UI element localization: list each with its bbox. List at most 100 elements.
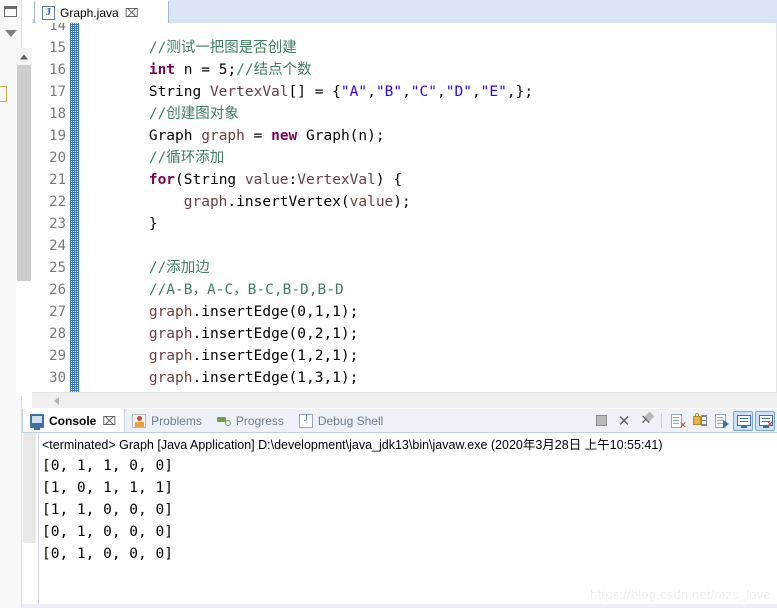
code-line[interactable]: String VertexVal[] = {"A","B","C","D","E… [79,81,777,103]
code-token: String [148,84,210,100]
open-console-button[interactable]: ✕ [755,411,775,431]
pin-console-button[interactable] [711,411,731,431]
code-line[interactable]: //A-B，A-C，B-C,B-D,B-D [79,279,777,301]
console-tab-console[interactable]: Console ⌧ [22,409,126,432]
editor-tab-graph-java[interactable]: Graph.java ⌧ [34,0,169,23]
code-token: , [367,84,376,100]
close-icon[interactable]: ⌧ [125,7,139,19]
code-token: graph [148,326,193,342]
code-line[interactable] [79,235,777,257]
progress-icon [216,414,231,428]
code-token: .insertEdge(0,1,1); [192,304,359,320]
editor-horizontal-scrollbar[interactable] [32,392,777,408]
editor-tab-label: Graph.java [60,5,119,20]
line-number: 21 [49,172,66,188]
code-token: VertexVal [297,172,376,188]
code-line[interactable]: //测试一把图是否创建 [79,37,777,59]
console-tab-label: Problems [151,413,202,428]
console-output-line: [1, 1, 0, 0, 0] [42,502,173,518]
editor-tab-strip: Graph.java ⌧ [32,0,777,23]
code-line[interactable]: Graph graph = new Graph(n); [79,125,777,147]
console-output-line: [1, 0, 1, 1, 1] [42,480,173,496]
remove-all-terminated-button[interactable]: ✕ [636,411,656,431]
code-token: "E" [480,84,507,100]
code-line[interactable]: for(String value:VertexVal) { [79,169,777,191]
code-line[interactable]: graph.insertVertex(value); [79,191,777,213]
code-token: "D" [445,84,472,100]
code-token: = [244,128,272,144]
console-tab-label: Debug Shell [317,413,384,428]
code-token: graph [148,304,193,320]
scroll-lock-button[interactable] [689,411,709,431]
line-number: 25 [49,260,66,276]
code-token: graph [148,348,193,364]
scroll-left-button[interactable] [54,397,59,405]
code-token: new [271,128,298,144]
line-number: 19 [49,128,66,144]
code-token: for [148,172,176,188]
scrollbar-thumb[interactable] [17,65,31,281]
code-token: //A-B，A-C，B-C,B-D,B-D [148,282,344,298]
console-vertical-scrollbar[interactable] [22,433,38,608]
restore-icon[interactable] [3,4,19,20]
code-area[interactable]: //测试一把图是否创建 int n = 5;//结点个数 String Vert… [79,23,777,392]
line-number: 30 [49,370,66,386]
chevron-down-icon[interactable] [3,26,19,42]
code-token: graph [201,128,245,144]
code-token: "A" [340,84,368,100]
console-tab-progress[interactable]: Progress [210,409,292,432]
code-line[interactable]: graph.insertEdge(1,3,1); [79,367,777,389]
line-number: 22 [49,194,66,210]
scrollbar-thumb[interactable] [23,433,36,543]
change-bar [70,23,79,392]
line-number: 15 [49,40,66,56]
code-token: value [349,194,394,210]
remove-launch-button[interactable]: ✕ [614,411,634,431]
code-line[interactable] [79,23,777,37]
terminated-status-line: <terminated> Graph [Java Application] D:… [42,438,663,452]
code-line[interactable]: graph.insertEdge(0,2,1); [79,323,777,345]
code-editor[interactable]: 14 15 16 17 18 19 20 21 22 23 24 25 26 27 28 29 30 //测试一… [32,23,777,392]
code-token: //创建图对象 [148,106,239,122]
code-line[interactable]: //创建图对象 [79,103,777,125]
code-token: graph [148,370,193,386]
console-output-area[interactable]: <terminated> Graph [Java Application] D:… [22,433,777,608]
console-output-lines: [0, 1, 1, 0, 0] [1, 0, 1, 1, 1] [1, 1, 0, … [40,455,777,565]
code-token: ); [393,194,411,210]
clear-console-button[interactable]: ✕ [667,411,687,431]
console-text[interactable]: <terminated> Graph [Java Application] D:… [40,433,777,608]
scroll-up-button[interactable] [16,48,32,65]
close-icon[interactable]: ⌧ [102,415,116,427]
code-token: int [148,62,176,78]
code-token: [] = { [288,84,341,100]
code-line[interactable]: graph.insertEdge(1,2,1); [79,345,777,367]
console-bottom-edge [22,604,777,608]
code-line[interactable]: int n = 5;//结点个数 [79,59,777,81]
line-number: 24 [49,238,66,254]
editor-vertical-scrollbar[interactable] [16,48,32,396]
display-selected-console-button[interactable] [733,411,753,431]
code-token: Graph(n); [297,128,385,144]
code-line[interactable]: //添加边 [79,257,777,279]
terminate-button[interactable] [592,411,612,431]
code-token: n = [175,62,219,78]
code-token: .insertEdge(0,2,1); [192,326,359,342]
line-number: 18 [49,106,66,122]
code-line[interactable]: //循环添加 [79,147,777,169]
line-number-gutter: 14 15 16 17 18 19 20 21 22 23 24 25 26 27 28 29 30 [32,23,70,392]
code-token: graph [183,194,228,210]
debug-shell-icon [298,413,313,428]
line-number: 20 [49,150,66,166]
console-tab-problems[interactable]: Problems [125,409,210,432]
code-token: //测试一把图是否创建 [148,40,297,56]
code-line[interactable]: graph.insertEdge(0,1,1); [79,301,777,323]
code-line[interactable]: } [79,213,777,235]
console-tab-debug-shell[interactable]: Debug Shell [292,409,391,432]
code-token: , [437,84,446,100]
